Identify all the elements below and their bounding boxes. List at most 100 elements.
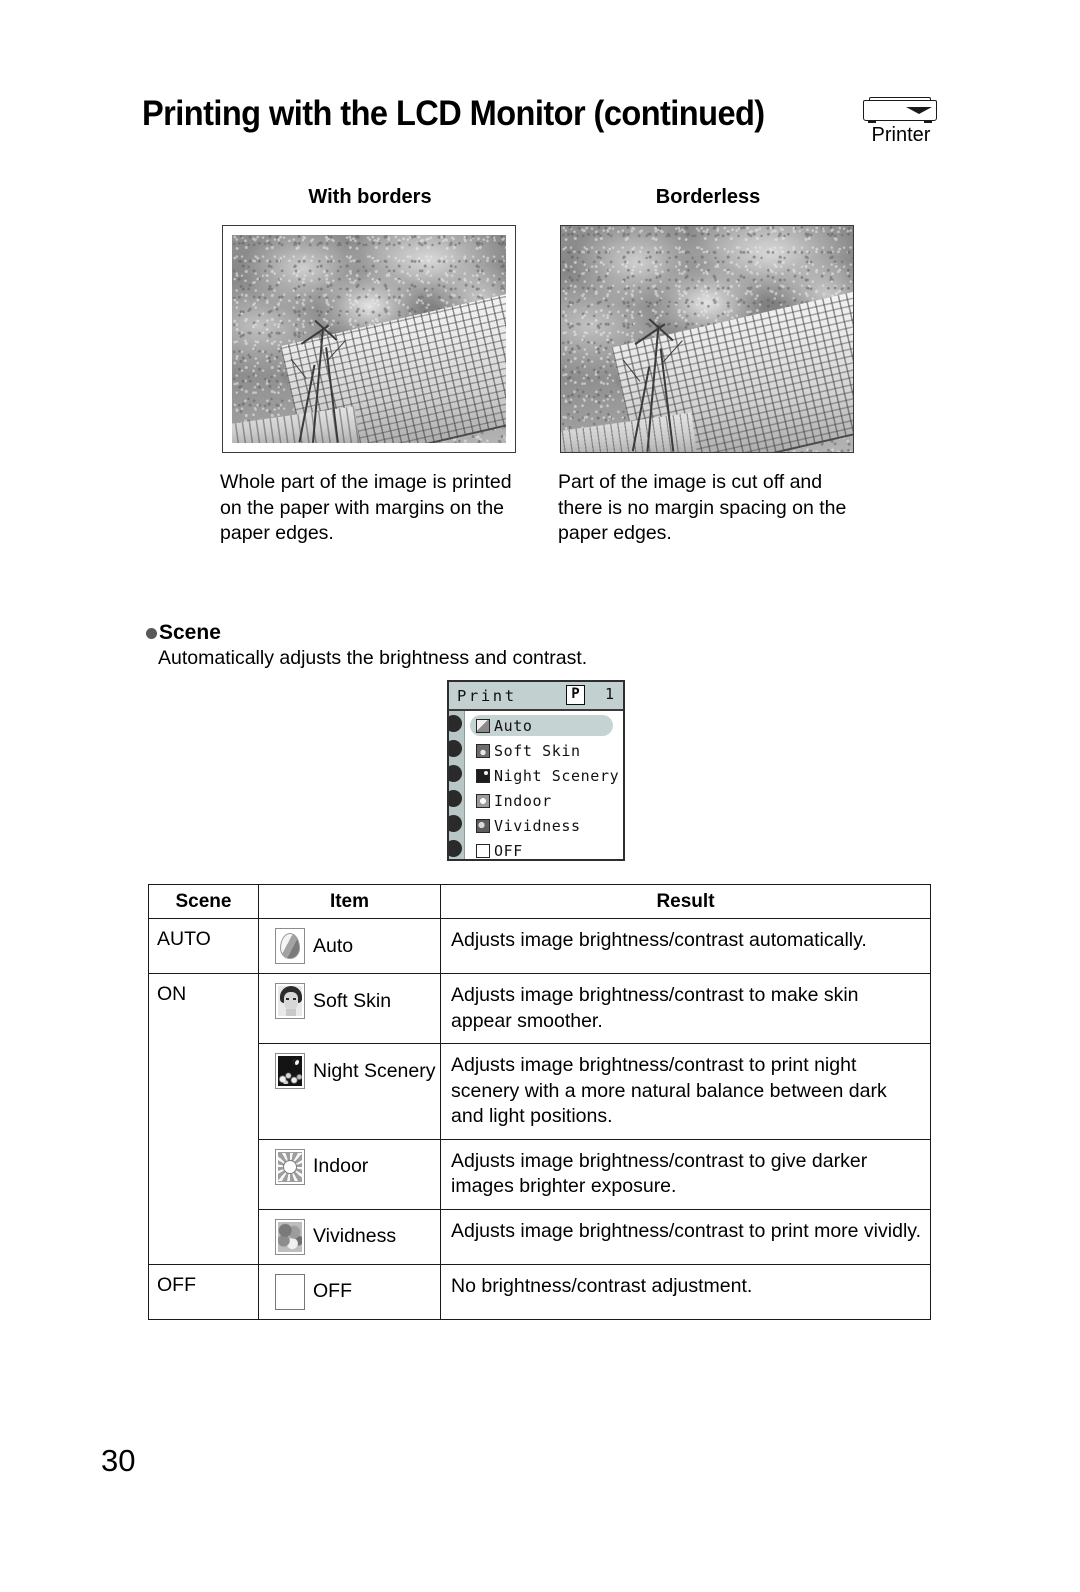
item-label: Vividness xyxy=(313,1225,397,1247)
result-cell-auto: Adjusts image brightness/contrast automa… xyxy=(440,918,931,974)
item-cell-indoor: Indoor xyxy=(258,1138,441,1210)
item-cell-night-scenery: Night Scenery xyxy=(258,1043,441,1140)
item-label: Night Scenery xyxy=(313,1059,436,1082)
item-cell-content: Soft Skin xyxy=(259,974,440,1028)
scene-off-icon xyxy=(476,843,490,858)
lcd-menu-item-label: Indoor xyxy=(494,791,552,810)
item-cell-content: Indoor xyxy=(259,1140,440,1194)
item-cell-content: Vividness xyxy=(259,1210,440,1264)
result-text: No brightness/contrast adjustment. xyxy=(451,1274,753,1297)
table-header-row: Scene Item Result xyxy=(148,884,931,919)
lcd-title-text: Print xyxy=(457,686,517,705)
item-cell-off: OFF xyxy=(258,1263,441,1320)
lcd-copy-count: 1 xyxy=(604,685,614,703)
lcd-scroll-knob[interactable] xyxy=(449,840,462,857)
lcd-scroll-knob[interactable] xyxy=(449,815,462,832)
result-text: Adjusts image brightness/contrast to pri… xyxy=(451,1054,887,1127)
page-title: Printing with the LCD Monitor (continued… xyxy=(142,94,765,133)
scene-group-cell-off: OFF xyxy=(148,1263,259,1320)
with-borders-photo-frame xyxy=(222,225,516,453)
printer-tag-label: Printer xyxy=(871,124,931,146)
printer-device-tag: Printer xyxy=(855,95,947,147)
scene-off-icon xyxy=(275,1273,305,1310)
lcd-scroll-knob[interactable] xyxy=(449,740,462,757)
page-number: 30 xyxy=(101,1443,136,1478)
item-label: Auto xyxy=(313,934,354,957)
lcd-menu-item-off[interactable]: OFF xyxy=(464,838,623,860)
scene-section-heading: Scene xyxy=(146,621,221,645)
table-row: Indoor Adjusts image brightness/contrast… xyxy=(149,1138,931,1210)
scene-auto-icon xyxy=(275,928,305,964)
lcd-menu-item-vividness[interactable]: Vividness xyxy=(464,813,623,838)
table-row: ON Soft Skin Adjusts image brightness/co… xyxy=(148,973,931,1265)
item-label: Soft Skin xyxy=(313,989,392,1012)
table-row: Vividness Adjusts image brightness/contr… xyxy=(149,1208,931,1265)
result-text: Adjusts image brightness/contrast automa… xyxy=(451,929,867,951)
table-row: OFF OFF No brightness/contrast adjustmen… xyxy=(148,1263,931,1320)
result-text: Adjusts image brightness/contrast to giv… xyxy=(451,1149,868,1198)
printer-icon xyxy=(863,95,939,123)
scene-settings-table: Scene Item Result AUTO Auto Adjusts imag… xyxy=(148,884,931,1320)
scene-group-label: ON xyxy=(157,983,187,1005)
item-cell-content: OFF xyxy=(259,1265,440,1319)
scene-night-icon xyxy=(476,768,490,783)
lcd-scroll-knob[interactable] xyxy=(449,765,462,782)
scene-group-cell-auto: AUTO xyxy=(148,918,259,974)
scene-group-label: AUTO xyxy=(157,928,211,950)
bullet-dot-icon xyxy=(146,627,157,639)
borderless-caption: Part of the image is cut off and there i… xyxy=(558,471,847,544)
result-cell-indoor: Adjusts image brightness/contrast to giv… xyxy=(440,1138,931,1210)
result-cell-night-scenery: Adjusts image brightness/contrast to pri… xyxy=(440,1043,931,1140)
lcd-menu-item-label: Vividness xyxy=(494,816,581,835)
table-row: AUTO Auto Adjusts image brightness/contr… xyxy=(148,918,931,974)
result-text: Adjusts image brightness/contrast to pri… xyxy=(451,1219,921,1242)
scene-auto-icon xyxy=(476,718,490,733)
scene-section-description: Automatically adjusts the brightness and… xyxy=(158,647,588,669)
column-header-item: Item xyxy=(258,884,441,919)
with-borders-caption: Whole part of the image is printed on th… xyxy=(220,471,512,544)
scene-group-cell-on: ON xyxy=(148,973,259,1265)
item-label: OFF xyxy=(313,1280,352,1302)
borderless-photo-frame xyxy=(560,225,854,453)
lcd-scroll-rail[interactable] xyxy=(449,711,465,859)
result-cell-vividness: Adjusts image brightness/contrast to pri… xyxy=(440,1208,931,1265)
lcd-menu-item-label: OFF xyxy=(494,841,523,860)
scene-vivid-icon xyxy=(476,818,490,833)
document-page: Printing with the LCD Monitor (continued… xyxy=(0,0,1080,1592)
borderless-label: Borderless xyxy=(655,186,761,208)
lcd-menu-item-indoor[interactable]: Indoor xyxy=(464,788,623,813)
lcd-menu-item-label: Auto xyxy=(494,716,533,735)
scene-skin-icon xyxy=(476,743,490,758)
result-cell-off: No brightness/contrast adjustment. xyxy=(440,1263,931,1320)
item-cell-auto: Auto xyxy=(258,918,441,974)
printer-feet xyxy=(865,121,935,123)
with-borders-label: With borders xyxy=(308,186,432,208)
scene-night-icon xyxy=(275,1053,305,1089)
lcd-scene-list: Auto Soft Skin Night Scenery Indoor Vivi xyxy=(464,711,623,859)
borderless-photo xyxy=(561,226,853,452)
printer-output-tray xyxy=(906,107,932,114)
lcd-menu-item-label: Soft Skin xyxy=(494,741,581,760)
scene-heading-text: Scene xyxy=(159,621,221,644)
item-label: Indoor xyxy=(313,1155,369,1177)
table-row: Night Scenery Adjusts image brightness/c… xyxy=(149,1043,931,1140)
lcd-menu-item-night-scenery[interactable]: Night Scenery xyxy=(464,763,623,788)
item-cell-content: Night Scenery xyxy=(259,1044,440,1098)
lcd-menu-item-soft-skin[interactable]: Soft Skin xyxy=(464,738,623,763)
with-borders-photo xyxy=(232,235,506,443)
scene-indoor-icon xyxy=(476,793,490,808)
result-text: Adjusts image brightness/contrast to mak… xyxy=(451,984,859,1032)
lcd-menu-body: Auto Soft Skin Night Scenery Indoor Vivi xyxy=(449,711,623,859)
column-header-result: Result xyxy=(440,884,931,919)
scene-vivid-icon xyxy=(275,1218,305,1255)
column-header-scene: Scene xyxy=(148,884,259,919)
lcd-monitor-mock: Print P 1 Auto Soft Skin Night Scenery I… xyxy=(447,680,625,861)
item-cell-content: Auto xyxy=(259,919,440,973)
scene-indoor-icon xyxy=(275,1148,305,1185)
lcd-scroll-knob[interactable] xyxy=(449,715,462,732)
lcd-menu-item-label: Night Scenery xyxy=(494,766,620,785)
lcd-menu-item-auto[interactable]: Auto xyxy=(464,713,623,738)
result-cell-soft-skin: Adjusts image brightness/contrast to mak… xyxy=(440,973,931,1044)
lcd-scroll-knob[interactable] xyxy=(449,790,462,807)
print-mode-badge-icon: P xyxy=(566,685,585,705)
